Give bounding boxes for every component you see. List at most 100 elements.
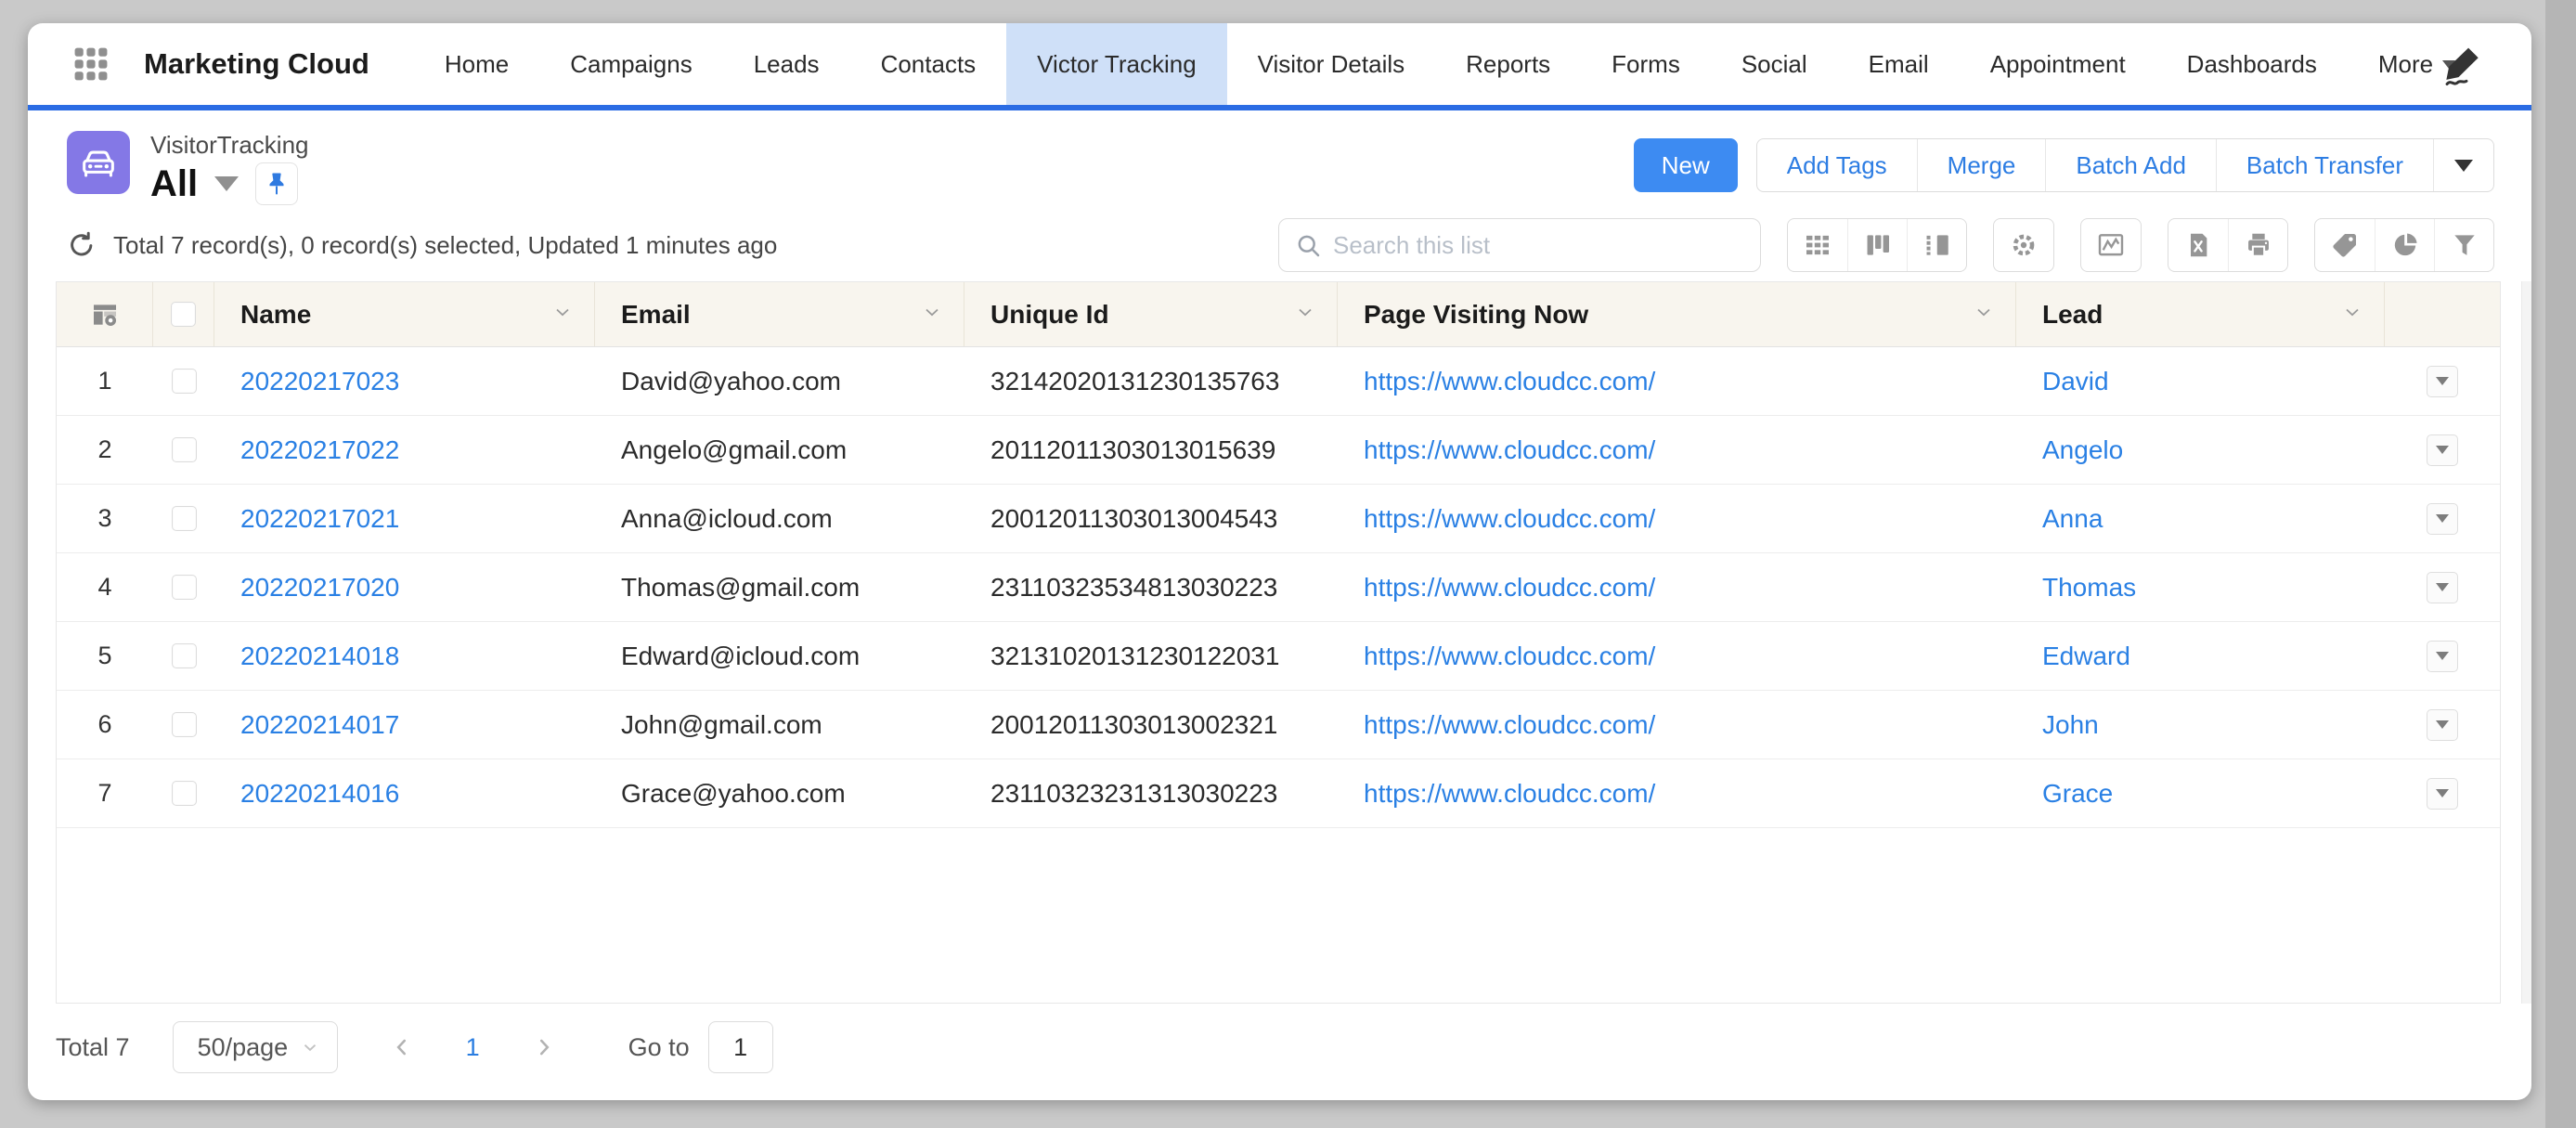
lead-link[interactable]: Grace (2042, 779, 2113, 809)
nav-item-social[interactable]: Social (1711, 23, 1838, 105)
batch-transfer-button[interactable]: Batch Transfer (2216, 139, 2433, 191)
batch-add-button[interactable]: Batch Add (2045, 139, 2216, 191)
current-page-number[interactable]: 1 (466, 1033, 480, 1062)
nav-item-home[interactable]: Home (414, 23, 539, 105)
chevron-down-icon[interactable] (1973, 300, 1995, 330)
new-button[interactable]: New (1634, 138, 1738, 192)
page-url-link[interactable]: https://www.cloudcc.com/ (1364, 779, 1655, 809)
search-input[interactable] (1333, 231, 1745, 260)
row-checkbox[interactable] (172, 781, 197, 806)
nav-item-appointment[interactable]: Appointment (1960, 23, 2156, 105)
nav-item-dashboards[interactable]: Dashboards (2156, 23, 2348, 105)
page-url-link[interactable]: https://www.cloudcc.com/ (1364, 710, 1655, 740)
row-checkbox[interactable] (172, 369, 197, 394)
chevron-down-icon[interactable] (551, 300, 574, 330)
column-header-unique-id[interactable]: Unique Id (964, 282, 1338, 346)
chevron-down-icon[interactable] (1294, 300, 1316, 330)
lead-link[interactable]: Thomas (2042, 573, 2136, 603)
next-page-button[interactable] (532, 1035, 556, 1059)
row-actions-button[interactable] (2427, 641, 2458, 672)
toolbar-group (2080, 218, 2142, 272)
nav-item-leads[interactable]: Leads (723, 23, 850, 105)
prev-page-button[interactable] (390, 1035, 414, 1059)
page-url-link[interactable]: https://www.cloudcc.com/ (1364, 504, 1655, 534)
lead-link[interactable]: John (2042, 710, 2099, 740)
select-all-header[interactable] (153, 282, 214, 346)
table-row[interactable]: 720220214016Grace@yahoo.com2311032323131… (57, 759, 2500, 828)
print-button[interactable] (2228, 219, 2287, 271)
table-row[interactable]: 620220214017John@gmail.com20012011303013… (57, 691, 2500, 759)
nav-item-email[interactable]: Email (1838, 23, 1960, 105)
merge-button[interactable]: Merge (1917, 139, 2046, 191)
page-url-link[interactable]: https://www.cloudcc.com/ (1364, 435, 1655, 465)
page-url-link[interactable]: https://www.cloudcc.com/ (1364, 573, 1655, 603)
table-row[interactable]: 120220217023David@yahoo.com3214202013123… (57, 347, 2500, 416)
more-actions-dropdown-button[interactable] (2433, 139, 2493, 191)
column-header-name[interactable]: Name (214, 282, 595, 346)
record-name-link[interactable]: 20220217020 (240, 573, 399, 603)
chevron-down-icon[interactable] (2341, 300, 2363, 330)
add-tags-button[interactable]: Add Tags (1757, 139, 1917, 191)
filter-funnel-button[interactable] (2434, 219, 2493, 271)
nav-item-contacts[interactable]: Contacts (850, 23, 1007, 105)
nav-item-victor-tracking[interactable]: Victor Tracking (1006, 23, 1226, 105)
chevron-down-icon[interactable] (921, 300, 943, 330)
column-header-email[interactable]: Email (595, 282, 964, 346)
nav-item-campaigns[interactable]: Campaigns (539, 23, 723, 105)
view-dropdown-icon[interactable] (214, 176, 239, 191)
lead-link[interactable]: Angelo (2042, 435, 2123, 465)
record-name-link[interactable]: 20220217022 (240, 435, 399, 465)
nav-item-visitor-details[interactable]: Visitor Details (1227, 23, 1435, 105)
edit-pencil-icon[interactable] (2440, 44, 2483, 86)
table-row[interactable]: 420220217020Thomas@gmail.com231103235348… (57, 553, 2500, 622)
lead-link[interactable]: Anna (2042, 504, 2103, 534)
table-row[interactable]: 520220214018Edward@icloud.com32131020131… (57, 622, 2500, 691)
refresh-icon[interactable] (67, 230, 97, 260)
triangle-down-icon (2436, 789, 2449, 797)
cell-name: 20220217023 (214, 347, 595, 415)
view-split-button[interactable] (1907, 219, 1966, 271)
row-actions-button[interactable] (2427, 366, 2458, 397)
record-name-link[interactable]: 20220214016 (240, 779, 399, 809)
app-window: Marketing Cloud HomeCampaignsLeadsContac… (28, 23, 2531, 1100)
column-settings-header[interactable] (57, 282, 153, 346)
lead-link[interactable]: Edward (2042, 642, 2130, 671)
nav-item-reports[interactable]: Reports (1435, 23, 1581, 105)
view-kanban-button[interactable] (1847, 219, 1907, 271)
nav-item-label: Visitor Details (1258, 50, 1405, 79)
page-size-select[interactable]: 50/page (173, 1021, 338, 1073)
row-checkbox[interactable] (172, 712, 197, 737)
row-actions-button[interactable] (2427, 778, 2458, 810)
tag-button[interactable] (2315, 219, 2375, 271)
record-name-link[interactable]: 20220217021 (240, 504, 399, 534)
nav-item-forms[interactable]: Forms (1581, 23, 1711, 105)
row-actions-button[interactable] (2427, 503, 2458, 535)
pie-chart-button[interactable] (2375, 219, 2434, 271)
gear-button[interactable] (1994, 219, 2053, 271)
column-header-page-visiting-now[interactable]: Page Visiting Now (1338, 282, 2016, 346)
table-scrollbar-track[interactable] (2521, 281, 2531, 1004)
row-actions-button[interactable] (2427, 709, 2458, 741)
row-checkbox[interactable] (172, 575, 197, 600)
page-url-link[interactable]: https://www.cloudcc.com/ (1364, 642, 1655, 671)
page-url-link[interactable]: https://www.cloudcc.com/ (1364, 367, 1655, 396)
row-actions-button[interactable] (2427, 572, 2458, 603)
record-name-link[interactable]: 20220214017 (240, 710, 399, 740)
goto-page-input[interactable] (708, 1021, 773, 1073)
record-name-link[interactable]: 20220217023 (240, 367, 399, 396)
select-all-checkbox[interactable] (171, 302, 196, 327)
row-checkbox[interactable] (172, 506, 197, 531)
excel-export-button[interactable] (2168, 219, 2228, 271)
column-header-lead[interactable]: Lead (2016, 282, 2385, 346)
lead-link[interactable]: David (2042, 367, 2109, 396)
row-actions-button[interactable] (2427, 434, 2458, 466)
row-checkbox[interactable] (172, 643, 197, 668)
table-row[interactable]: 320220217021Anna@icloud.com2001201130301… (57, 485, 2500, 553)
record-name-link[interactable]: 20220214018 (240, 642, 399, 671)
table-row[interactable]: 220220217022Angelo@gmail.com201120113030… (57, 416, 2500, 485)
view-table-button[interactable] (1788, 219, 1847, 271)
chart-button[interactable] (2081, 219, 2141, 271)
row-checkbox[interactable] (172, 437, 197, 462)
app-launcher-icon[interactable] (70, 43, 112, 85)
pin-view-button[interactable] (255, 162, 298, 205)
